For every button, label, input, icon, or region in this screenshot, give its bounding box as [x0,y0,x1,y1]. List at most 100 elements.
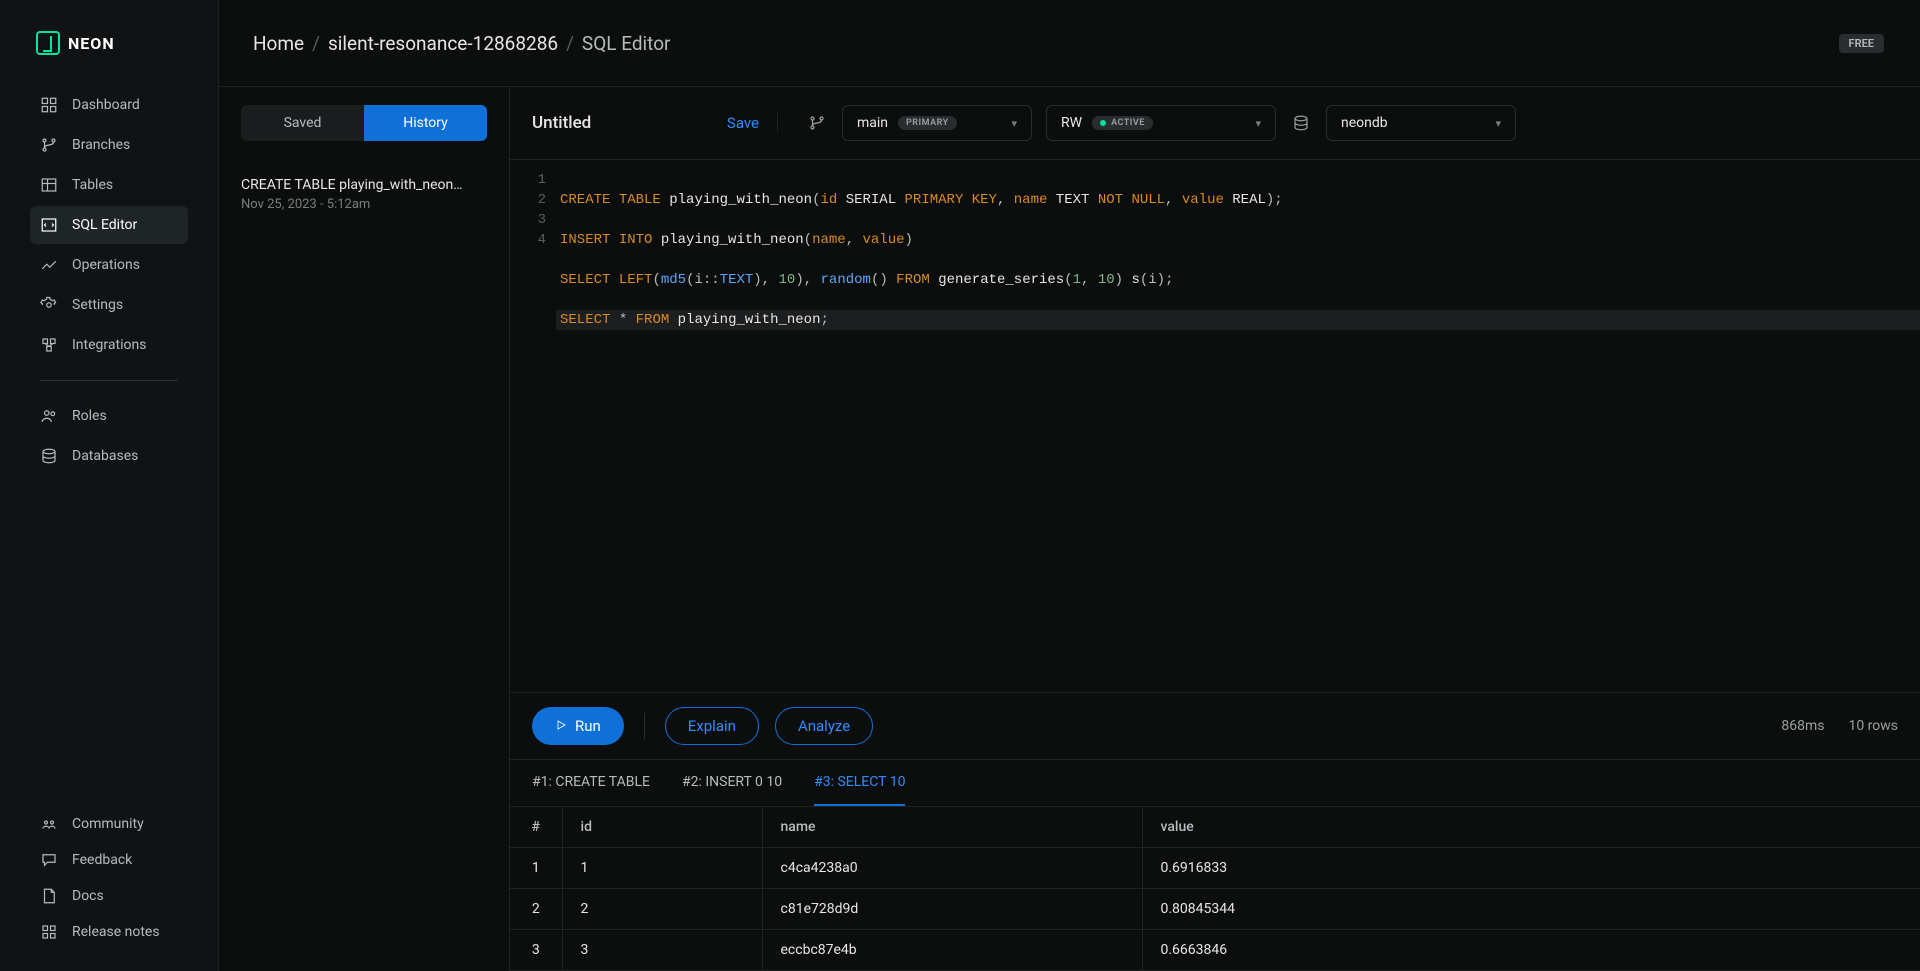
divider [644,713,645,739]
result-tabs: #1: CREATE TABLE #2: INSERT 0 10 #3: SEL… [510,760,1920,807]
result-tab-1[interactable]: #1: CREATE TABLE [532,760,650,806]
branches-icon [40,136,58,154]
compute-label: RW [1061,115,1082,131]
table-row[interactable]: 1 1 c4ca4238a0 0.6916833 [510,848,1920,889]
logo[interactable]: NEON [0,0,218,86]
chevron-down-icon: ▾ [1495,117,1501,130]
analyze-button[interactable]: Analyze [775,707,873,745]
breadcrumb-project[interactable]: silent-resonance-12868286 [328,32,558,55]
sidebar-item-label: Integrations [72,337,146,353]
sidebar-item-label: Docs [72,888,104,904]
breadcrumb: Home / silent-resonance-12868286 / SQL E… [253,32,670,55]
database-icon [1290,112,1312,134]
operations-icon [40,256,58,274]
sidebar-item-integrations[interactable]: Integrations [30,326,188,364]
sidebar-item-label: SQL Editor [72,217,137,233]
row-count: 10 rows [1848,718,1898,734]
cell-id: 2 [562,889,762,930]
play-icon [555,717,567,735]
database-label: neondb [1341,115,1388,131]
tables-icon [40,176,58,194]
table-row[interactable]: 2 2 c81e728d9d 0.80845344 [510,889,1920,930]
save-button[interactable]: Save [727,114,759,132]
run-button[interactable]: Run [532,707,624,745]
cell-value: 0.6916833 [1142,848,1920,889]
sidebar-item-operations[interactable]: Operations [30,246,188,284]
logo-icon [36,31,60,55]
breadcrumb-sep: / [312,32,320,55]
sql-editor-icon [40,216,58,234]
breadcrumb-home[interactable]: Home [253,32,304,55]
branch-select[interactable]: main PRIMARY ▾ [842,105,1032,141]
secondary-nav: Community Feedback Docs Release notes [0,807,218,971]
breadcrumb-page: SQL Editor [582,32,671,55]
cell-index: 1 [510,848,562,889]
run-bar: Run Explain Analyze 868ms 10 rows [510,692,1920,760]
query-title[interactable]: Untitled [532,113,591,133]
database-select[interactable]: neondb ▾ [1326,105,1516,141]
databases-icon [40,447,58,465]
col-index: # [510,807,562,848]
sidebar-item-docs[interactable]: Docs [30,879,188,913]
editor-header: Untitled Save main PRIMARY ▾ [510,87,1920,160]
explain-button[interactable]: Explain [665,707,759,745]
branch-badge: PRIMARY [898,116,957,130]
sidebar-item-label: Branches [72,137,130,153]
chevron-down-icon: ▾ [1011,117,1017,130]
tab-history[interactable]: History [364,105,487,141]
sidebar-item-label: Feedback [72,852,132,868]
sidebar-item-label: Tables [72,177,113,193]
col-id: id [562,807,762,848]
roles-icon [40,407,58,425]
sidebar-item-feedback[interactable]: Feedback [30,843,188,877]
result-table: # id name value 1 1 c4ca4238a0 0 [510,807,1920,971]
sidebar-item-community[interactable]: Community [30,807,188,841]
sidebar-item-roles[interactable]: Roles [30,397,188,435]
plan-badge: FREE [1839,34,1884,53]
code-lines: CREATE TABLE playing_with_neon(id SERIAL… [556,160,1920,692]
table-header-row: # id name value [510,807,1920,848]
result-tab-3[interactable]: #3: SELECT 10 [814,760,905,806]
chevron-down-icon: ▾ [1255,117,1261,130]
cell-name: c81e728d9d [762,889,1142,930]
topbar: Home / silent-resonance-12868286 / SQL E… [219,0,1920,86]
sidebar-item-release-notes[interactable]: Release notes [30,915,188,949]
sidebar-item-branches[interactable]: Branches [30,126,188,164]
history-item[interactable]: CREATE TABLE playing_with_neon… Nov 25, … [219,159,509,230]
cell-id: 1 [562,848,762,889]
sidebar-item-label: Operations [72,257,140,273]
compute-select[interactable]: RW ACTIVE ▾ [1046,105,1276,141]
line-gutter: 1234 [510,160,556,692]
sidebar-item-databases[interactable]: Databases [30,437,188,475]
branch-icon [806,112,828,134]
sidebar-item-label: Community [72,816,144,832]
result-tab-2[interactable]: #2: INSERT 0 10 [682,760,782,806]
sidebar-item-label: Databases [72,448,138,464]
sidebar-item-settings[interactable]: Settings [30,286,188,324]
cell-index: 3 [510,930,562,971]
sidebar-item-sql-editor[interactable]: SQL Editor [30,206,188,244]
run-label: Run [575,717,601,735]
query-list-pane: Saved History CREATE TABLE playing_with_… [219,87,510,971]
branch-label: main [857,115,888,131]
col-value: value [1142,807,1920,848]
sidebar-item-label: Release notes [72,924,160,940]
sidebar-item-label: Settings [72,297,123,313]
nav-divider [40,380,178,381]
integrations-icon [40,336,58,354]
history-item-title: CREATE TABLE playing_with_neon… [241,177,487,193]
cell-value: 0.80845344 [1142,889,1920,930]
history-item-date: Nov 25, 2023 - 5:12am [241,197,487,212]
table-row[interactable]: 3 3 eccbc87e4b 0.6663846 [510,930,1920,971]
tab-saved[interactable]: Saved [241,105,364,141]
query-time: 868ms [1781,718,1824,734]
settings-icon [40,296,58,314]
cell-name: eccbc87e4b [762,930,1142,971]
code-editor[interactable]: 1234 CREATE TABLE playing_with_neon(id S… [510,160,1920,692]
sidebar-item-dashboard[interactable]: Dashboard [30,86,188,124]
sidebar-item-tables[interactable]: Tables [30,166,188,204]
cell-name: c4ca4238a0 [762,848,1142,889]
brand-text: NEON [68,34,115,53]
dashboard-icon [40,96,58,114]
breadcrumb-sep: / [566,32,574,55]
